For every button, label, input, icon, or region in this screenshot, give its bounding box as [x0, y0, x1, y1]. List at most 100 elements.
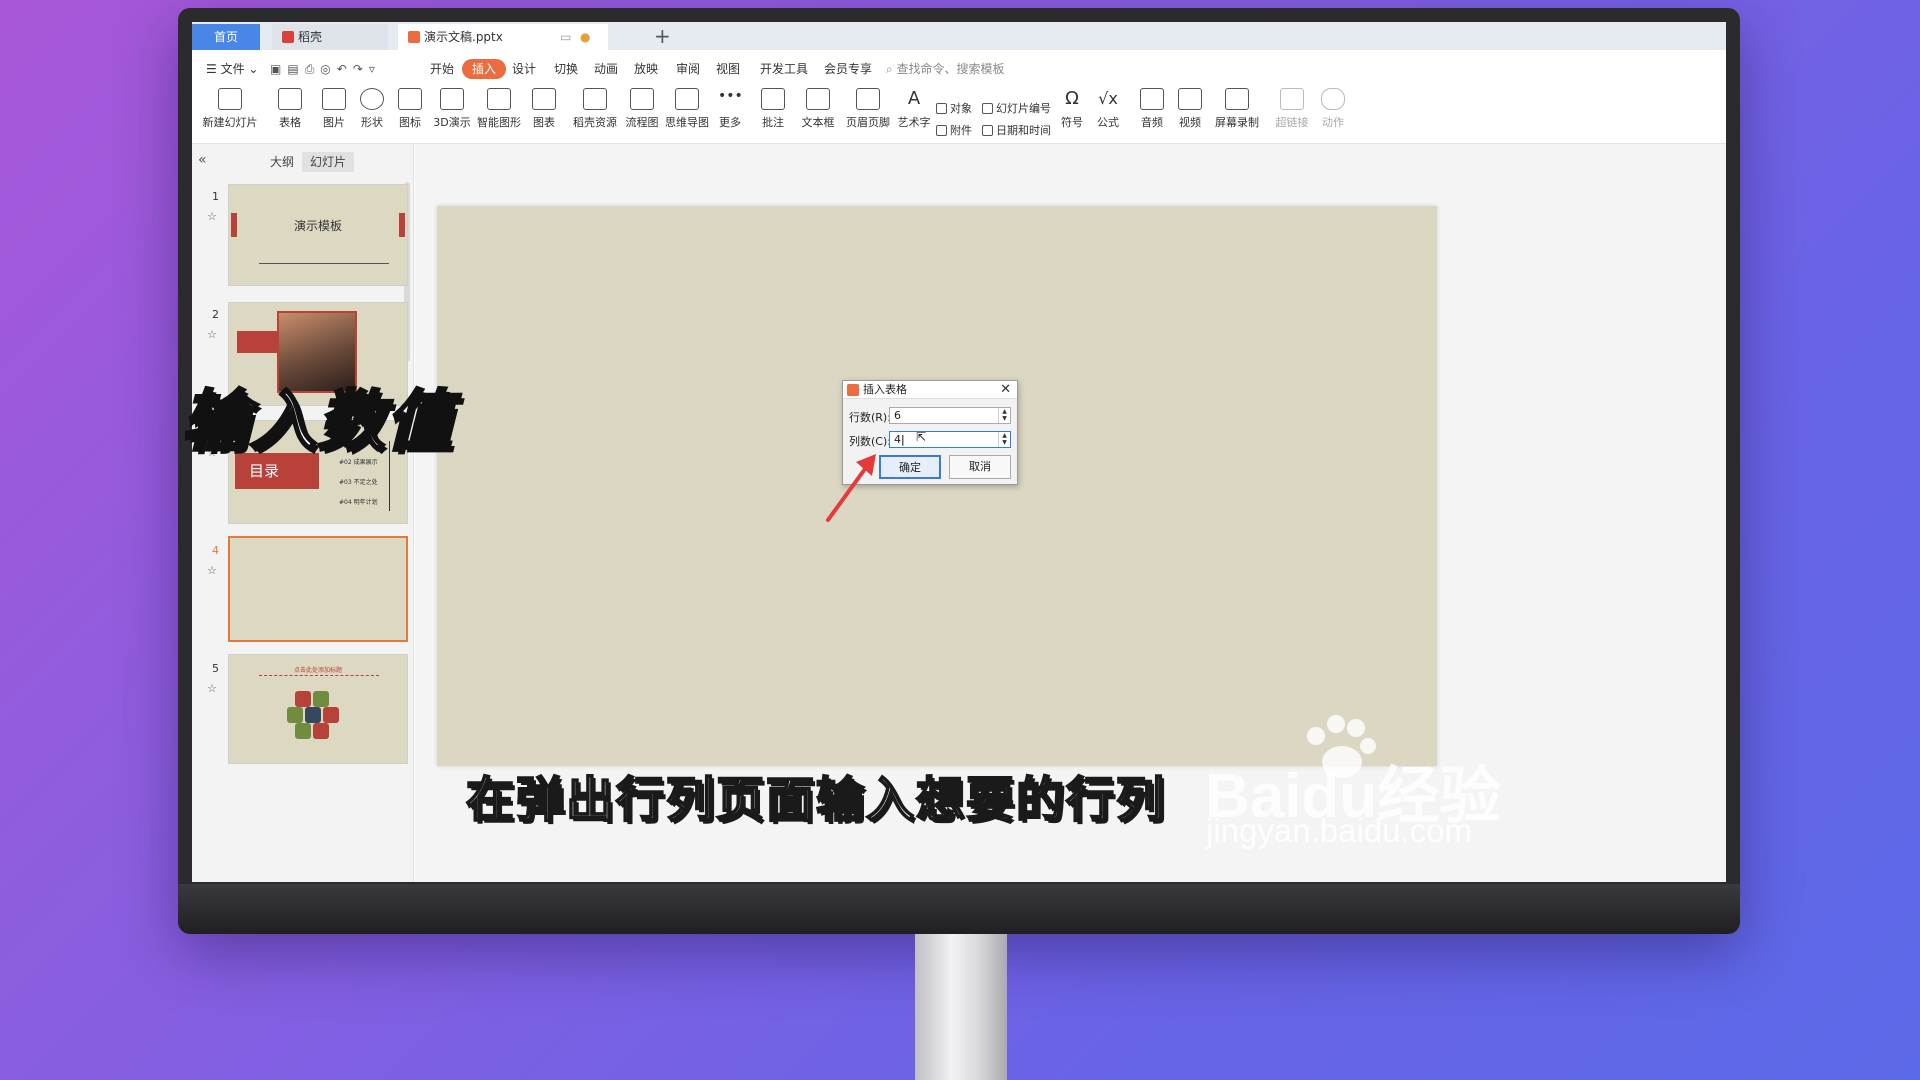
- chart-button[interactable]: 图表: [526, 88, 562, 130]
- file-menu[interactable]: ☰ 文件 ⌄: [206, 59, 258, 79]
- screen-record-label: 屏幕录制: [1215, 116, 1259, 129]
- menu-view[interactable]: 视图: [716, 59, 740, 79]
- slide-title: 演示模板: [293, 219, 342, 233]
- quick-access-toolbar[interactable]: ▣▤⎙◎↶↷▿: [270, 59, 381, 79]
- tab-bar: 首页 稻壳 演示文稿.pptx ▭ ● +: [192, 22, 1726, 50]
- video-icon: [1178, 88, 1202, 110]
- search-icon: ⌕: [886, 62, 897, 76]
- preview-icon[interactable]: ◎: [320, 62, 336, 76]
- export-icon[interactable]: ▤: [287, 62, 304, 76]
- cancel-button[interactable]: 取消: [949, 455, 1011, 479]
- flowchart-icon: [630, 88, 654, 110]
- rows-spinner-icon[interactable]: ▲ ▼: [998, 408, 1010, 423]
- slide-number-button[interactable]: 幻灯片编号: [982, 100, 1051, 116]
- command-search-placeholder: 查找命令、搜索模板: [896, 62, 1005, 76]
- customize-icon[interactable]: ▿: [369, 62, 381, 76]
- new-slide-icon: [218, 88, 242, 110]
- table-icon: [278, 88, 302, 110]
- textbox-button[interactable]: 文本框: [796, 88, 840, 130]
- datetime-label: 日期和时间: [996, 124, 1051, 137]
- object-label: 对象: [950, 102, 972, 115]
- menu-design[interactable]: 设计: [512, 59, 536, 79]
- tab-slides[interactable]: 幻灯片: [302, 152, 355, 172]
- wordart-label: 艺术字: [897, 116, 931, 129]
- table-button[interactable]: 表格: [272, 88, 308, 130]
- cols-label: 列数(C):: [849, 435, 891, 448]
- close-icon[interactable]: ✕: [1000, 381, 1011, 399]
- textbox-icon: [806, 88, 830, 110]
- save-icon[interactable]: ▣: [270, 62, 287, 76]
- tab-outline[interactable]: 大纲: [262, 152, 302, 172]
- omega-icon: Ω: [1065, 88, 1079, 109]
- picture-label: 图片: [323, 116, 345, 129]
- smartart-label: 智能图形: [477, 116, 521, 129]
- animation-star-icon: ☆: [207, 210, 217, 223]
- action-label: 动作: [1322, 116, 1344, 129]
- shape-button[interactable]: 形状: [354, 88, 390, 130]
- print-icon[interactable]: ⎙: [305, 62, 321, 76]
- screen-record-icon: [1225, 88, 1249, 110]
- menu-transition[interactable]: 切换: [554, 59, 578, 79]
- symbol-label: 符号: [1061, 116, 1083, 129]
- mindmap-label: 思维导图: [665, 116, 709, 129]
- slide-number-icon: [982, 103, 993, 114]
- formula-button[interactable]: √x 公式: [1092, 88, 1124, 130]
- slide-thumbnail-4-selected[interactable]: [228, 536, 408, 642]
- paperclip-icon: [936, 125, 947, 136]
- header-footer-button[interactable]: 页眉页脚: [844, 88, 892, 130]
- object-button[interactable]: 对象: [936, 100, 972, 116]
- resource-button[interactable]: 稻壳资源: [570, 88, 620, 130]
- hex-shape: [295, 723, 311, 739]
- menu-slideshow[interactable]: 放映: [634, 59, 658, 79]
- text-caret: |: [901, 433, 905, 446]
- slide-thumbnail-5[interactable]: 点击此处添加标题: [228, 654, 408, 764]
- command-search[interactable]: ⌕ 查找命令、搜索模板: [886, 59, 1005, 79]
- datetime-button[interactable]: 日期和时间: [982, 122, 1051, 138]
- menu-review[interactable]: 审阅: [676, 59, 700, 79]
- menu-insert[interactable]: 插入: [462, 59, 507, 79]
- menu-home[interactable]: 开始: [430, 59, 454, 79]
- picture-button[interactable]: 图片: [316, 88, 352, 130]
- tab-document[interactable]: 演示文稿.pptx ▭ ●: [398, 24, 608, 50]
- cols-input[interactable]: 4| ⇱ ▲ ▼: [889, 430, 1011, 448]
- slide-title: 点击此处添加标题: [293, 667, 342, 674]
- tab-daoke[interactable]: 稻壳: [272, 24, 388, 50]
- undo-icon[interactable]: ↶: [337, 62, 353, 76]
- app-logo-icon: [847, 384, 859, 396]
- new-slide-button[interactable]: 新建幻灯片: [200, 88, 260, 130]
- tab-home[interactable]: 首页: [192, 24, 260, 50]
- 3d-button[interactable]: 3D演示: [432, 88, 472, 130]
- video-button[interactable]: 视频: [1172, 88, 1208, 130]
- more-button[interactable]: ••• 更多: [712, 88, 748, 130]
- rows-label: 行数(R):: [849, 411, 891, 424]
- symbol-button[interactable]: Ω 符号: [1056, 88, 1088, 130]
- video-subtitle: 在弹出行列页面输入想要的行列: [465, 771, 1167, 829]
- screen-record-button[interactable]: 屏幕录制: [1212, 88, 1262, 130]
- slide-number: 5: [212, 662, 219, 675]
- collapse-panel-icon[interactable]: «: [198, 152, 207, 168]
- audio-button[interactable]: 音频: [1136, 88, 1168, 130]
- wordart-button[interactable]: A 艺术字: [894, 88, 934, 130]
- formula-label: 公式: [1097, 116, 1119, 129]
- smartart-button[interactable]: 智能图形: [476, 88, 522, 130]
- rows-input[interactable]: 6 ▲ ▼: [889, 407, 1011, 424]
- hyperlink-button[interactable]: 超链接: [1272, 88, 1312, 130]
- mindmap-button[interactable]: 思维导图: [664, 88, 710, 130]
- slide-thumbnail-1[interactable]: 演示模板: [228, 184, 408, 286]
- menu-member[interactable]: 会员专享: [824, 59, 872, 79]
- redo-icon[interactable]: ↷: [353, 62, 369, 76]
- attach-button[interactable]: 附件: [936, 122, 972, 138]
- menu-animation[interactable]: 动画: [594, 59, 618, 79]
- object-icon: [936, 103, 947, 114]
- icon-button[interactable]: 图标: [392, 88, 428, 130]
- cols-spinner-icon[interactable]: ▲ ▼: [998, 432, 1010, 447]
- flowchart-button[interactable]: 流程图: [624, 88, 660, 130]
- chart-icon: [532, 88, 556, 110]
- menu-developer[interactable]: 开发工具: [760, 59, 808, 79]
- new-tab-button[interactable]: +: [654, 22, 671, 50]
- action-button[interactable]: 动作: [1318, 88, 1348, 130]
- comment-button[interactable]: 批注: [758, 88, 788, 130]
- slide-canvas[interactable]: [437, 206, 1437, 766]
- slide-number: 2: [212, 308, 219, 321]
- ppt-file-icon: [408, 31, 420, 43]
